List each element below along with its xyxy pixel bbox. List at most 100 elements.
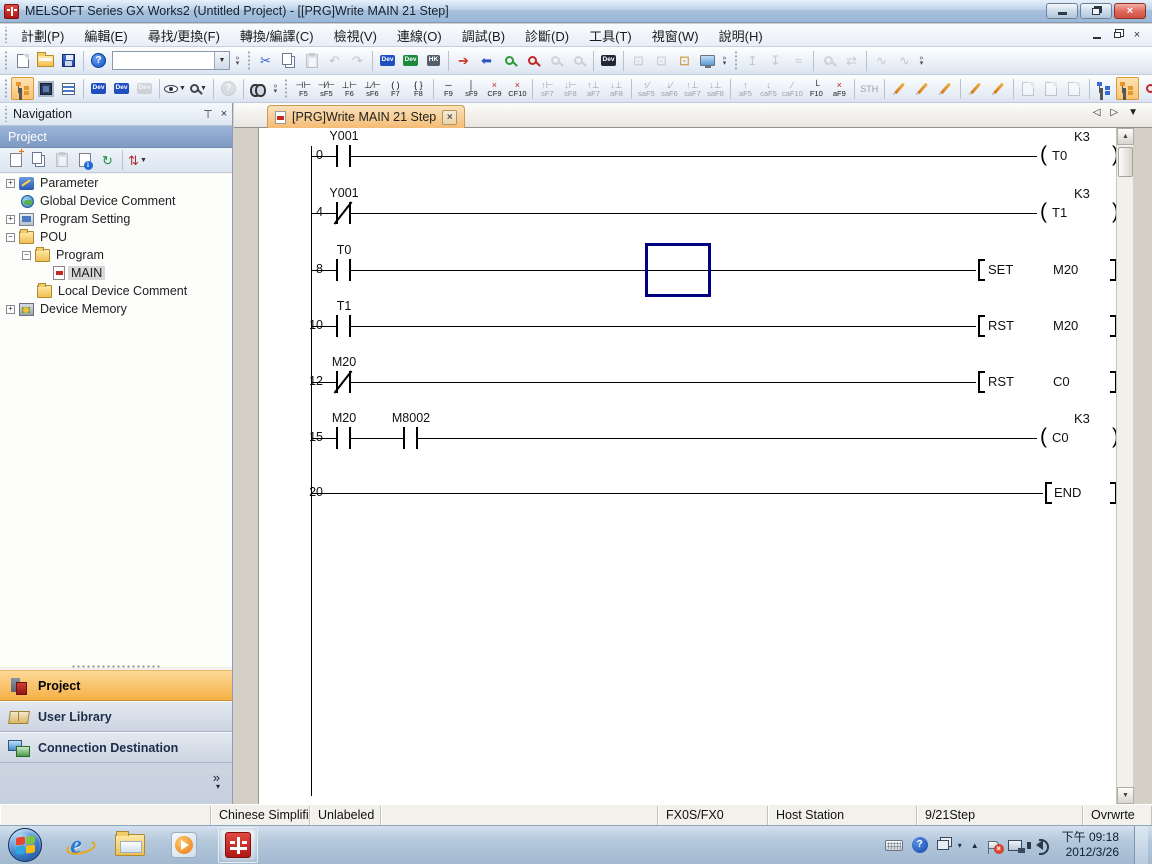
find-button[interactable] xyxy=(247,77,270,100)
contact-open[interactable] xyxy=(336,145,351,167)
cut-button[interactable]: ✂ xyxy=(254,49,277,72)
document-view-3-button[interactable] xyxy=(1063,77,1086,100)
tree-item-main[interactable]: MAIN xyxy=(0,264,232,282)
save-project-button[interactable] xyxy=(57,49,80,72)
help-tray-icon[interactable]: ? xyxy=(912,837,928,853)
coil-device-label[interactable]: T0 xyxy=(1052,148,1067,163)
instruction-op[interactable]: RST xyxy=(988,318,1014,333)
new-data-button[interactable] xyxy=(4,149,27,172)
network-icon[interactable] xyxy=(1008,840,1022,851)
verify-monitor-stop-button[interactable] xyxy=(521,49,544,72)
toolbar-overflow-button[interactable]: »▾ xyxy=(916,50,927,72)
instruction-op[interactable]: SET xyxy=(988,262,1013,277)
edit-statement-button[interactable] xyxy=(987,77,1010,100)
tree-expand-icon[interactable]: + xyxy=(6,305,15,314)
toolbar-grip[interactable] xyxy=(284,79,289,98)
monitor-resume-button[interactable] xyxy=(567,49,590,72)
sort-data-button[interactable]: ⇅▼ xyxy=(126,149,149,172)
taskbar-internet-explorer[interactable]: e xyxy=(56,827,96,863)
taskbar-clock[interactable]: 下午 09:18 2012/3/26 xyxy=(1056,830,1125,860)
tree-expand-icon[interactable]: + xyxy=(6,179,15,188)
pulse-not-close-branch-button[interactable]: ↓⊥saF8 xyxy=(704,77,727,100)
menu-7[interactable]: 診斷(D) xyxy=(515,24,579,46)
pulse-not-open-button[interactable]: ↑∕saF5 xyxy=(635,77,658,100)
copy-data-button[interactable] xyxy=(27,149,50,172)
toolbar-overflow-button[interactable]: »▾ xyxy=(719,50,730,72)
coil-device-label[interactable]: C0 xyxy=(1052,430,1069,445)
window-settings-icon[interactable] xyxy=(937,840,949,850)
write-to-plc-button[interactable]: ➔ xyxy=(452,49,475,72)
open-project-button[interactable] xyxy=(34,49,57,72)
wave-display-1-button[interactable]: ∿ xyxy=(870,49,893,72)
instruction-device-label[interactable]: M20 xyxy=(1053,262,1078,277)
sampling-trace-up-button[interactable]: ↥ xyxy=(741,49,764,72)
coil-device-label[interactable]: T1 xyxy=(1052,205,1067,220)
more-views-button[interactable]: » ▾ xyxy=(0,763,232,801)
pulse-open-branch-button[interactable]: ↑⊥aF7 xyxy=(582,77,605,100)
menu-2[interactable]: 尋找/更換(F) xyxy=(138,24,230,46)
display-connection-button[interactable] xyxy=(1093,77,1116,100)
open-contact-button[interactable]: ⊣⊢F5 xyxy=(292,77,315,100)
navigation-grip[interactable] xyxy=(3,106,8,121)
tab-close-icon[interactable]: × xyxy=(442,110,457,125)
mdi-minimize-button[interactable] xyxy=(1090,29,1104,41)
sth-instruction-button[interactable]: STH xyxy=(858,77,881,100)
tab-main-program[interactable]: [PRG]Write MAIN 21 Step × xyxy=(267,105,465,128)
panel-close-icon[interactable]: × xyxy=(216,107,232,122)
document-view-2-button[interactable] xyxy=(1040,77,1063,100)
toolbar-grip[interactable] xyxy=(733,51,738,70)
tree-expand-icon[interactable]: − xyxy=(6,233,15,242)
device-display-button[interactable]: ▼ xyxy=(163,77,187,100)
remote-operation-button[interactable] xyxy=(696,49,719,72)
view-button-project[interactable]: Project xyxy=(0,670,232,701)
sampling-pulse-button[interactable]: ≈ xyxy=(787,49,810,72)
falling-input-button[interactable]: ↓caF5 xyxy=(757,77,780,100)
pulse-not-open-branch-button[interactable]: ↑⊥saF7 xyxy=(681,77,704,100)
navigation-window-button[interactable] xyxy=(11,77,34,100)
delete-free-line-button[interactable]: ×aF9 xyxy=(828,77,851,100)
coil-button[interactable]: ( )F7 xyxy=(384,77,407,100)
tree-item-pou[interactable]: −POU xyxy=(0,228,232,246)
vertical-line-button[interactable]: │sF9 xyxy=(460,77,483,100)
device-find-button[interactable]: Dev xyxy=(376,49,399,72)
monitor-pause-button[interactable] xyxy=(544,49,567,72)
restore-button[interactable] xyxy=(1080,3,1112,19)
action-center-flag-icon[interactable] xyxy=(988,841,999,849)
menu-1[interactable]: 編輯(E) xyxy=(74,24,137,46)
volume-icon[interactable] xyxy=(1031,840,1047,850)
toolbar-grip[interactable] xyxy=(3,51,8,70)
sort-data-dropdown-icon[interactable]: ▼ xyxy=(140,157,147,164)
taskbar-gx-works2[interactable] xyxy=(218,827,258,863)
taskbar-media-player[interactable] xyxy=(164,827,204,863)
start-button[interactable] xyxy=(8,828,42,862)
read-from-plc-button[interactable]: ⬅ xyxy=(475,49,498,72)
view-button-connection-destination[interactable]: Connection Destination xyxy=(0,732,232,763)
toolbar-grip[interactable] xyxy=(246,51,251,70)
close-branch-button[interactable]: ⊥∕⊢sF6 xyxy=(361,77,384,100)
tree-expand-icon[interactable]: + xyxy=(6,215,15,224)
tab-scroll-right-icon[interactable]: ▷ xyxy=(1110,107,1118,118)
mdi-restore-button[interactable] xyxy=(1110,29,1124,41)
rising-input-button[interactable]: ↑aF5 xyxy=(734,77,757,100)
edit-comment-button[interactable] xyxy=(964,77,987,100)
context-help-button[interactable]: ? xyxy=(217,77,240,100)
menu-5[interactable]: 連線(O) xyxy=(387,24,452,46)
trace-transfer-button[interactable]: ⇄ xyxy=(840,49,863,72)
pulse-close-branch-button[interactable]: ↓⊥aF8 xyxy=(605,77,628,100)
tree-expand-icon[interactable]: − xyxy=(22,251,31,260)
invert-result-button[interactable]: ∕caF10 xyxy=(780,77,805,100)
device-hk-button[interactable]: HK xyxy=(422,49,445,72)
pulse-close-contact-button[interactable]: ↓⊢sF8 xyxy=(559,77,582,100)
tab-scroll-left-icon[interactable]: ◁ xyxy=(1093,107,1101,118)
show-hidden-icons[interactable]: ▲ xyxy=(971,841,979,850)
copy-button[interactable] xyxy=(277,49,300,72)
device-zoom-button[interactable]: ▼ xyxy=(187,77,210,100)
undo-button[interactable]: ↶ xyxy=(323,49,346,72)
delete-vertical-line-button[interactable]: ×CF10 xyxy=(506,77,529,100)
scrollbar-thumb[interactable] xyxy=(1118,147,1133,177)
function-block-list-button[interactable] xyxy=(57,77,80,100)
taskbar-windows-explorer[interactable] xyxy=(110,827,150,863)
document-view-1-button[interactable] xyxy=(1017,77,1040,100)
edit-contact-mode-button[interactable] xyxy=(888,77,911,100)
keyword-combo[interactable]: ▼ xyxy=(112,51,230,70)
